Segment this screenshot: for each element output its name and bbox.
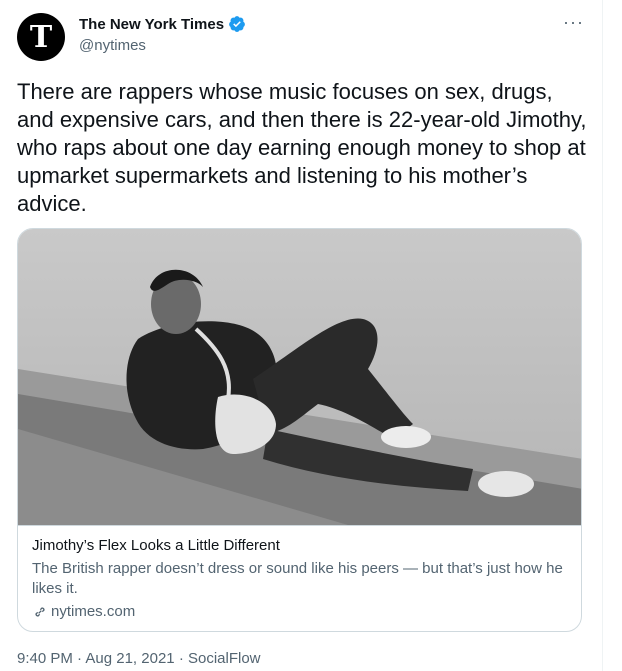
author-handle[interactable]: @nytimes — [79, 37, 146, 54]
card-body: Jimothy’s Flex Looks a Little Different … — [18, 525, 581, 620]
tweet-time: 9:40 PM — [17, 650, 73, 667]
author-name-row: The New York Times — [79, 15, 246, 33]
avatar-logo: T — [29, 19, 53, 55]
tweet-source-link[interactable]: SocialFlow — [188, 650, 261, 667]
card-title[interactable]: Jimothy’s Flex Looks a Little Different — [32, 536, 567, 556]
tweet-time-link[interactable]: 9:40 PM · Aug 21, 2021 — [17, 650, 175, 667]
tweet-meta: 9:40 PM · Aug 21, 2021 · SocialFlow — [17, 650, 261, 667]
avatar[interactable]: T — [17, 13, 65, 61]
author-display-name[interactable]: The New York Times — [79, 16, 224, 33]
card-domain-row[interactable]: nytimes.com — [32, 603, 567, 620]
meta-separator: · — [77, 650, 83, 667]
link-icon — [35, 606, 45, 617]
tweet-date: Aug 21, 2021 — [85, 650, 175, 667]
card-domain: nytimes.com — [51, 603, 136, 620]
card-image[interactable] — [18, 229, 582, 525]
card-description[interactable]: The British rapper doesn’t dress or soun… — [32, 559, 567, 599]
link-card[interactable]: Jimothy’s Flex Looks a Little Different … — [17, 228, 582, 632]
verified-badge-icon — [229, 16, 245, 32]
meta-separator: · — [178, 650, 184, 667]
more-options-icon[interactable]: ··· — [563, 13, 584, 31]
tweet: T The New York Times @nytimes ··· There … — [0, 0, 603, 671]
tweet-text: There are rappers whose music focuses on… — [17, 79, 587, 216]
